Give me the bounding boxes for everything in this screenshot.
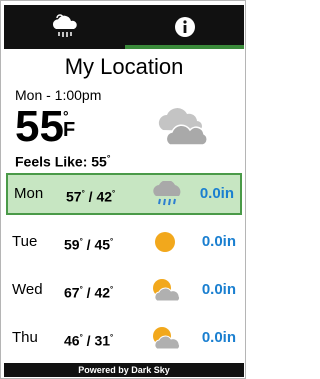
forecast-day: Tue [12,233,38,250]
forecast-row-wed[interactable]: Wed 67° / 42° 0.0in [6,269,242,311]
forecast-precip: 0.0in [199,185,234,202]
forecast-day: Mon [14,185,44,202]
feels-like: Feels Like: 55° [15,149,110,171]
forecast-low: 31 [94,332,111,349]
forecast-low: 45 [94,236,111,253]
partly-sunny-icon [148,325,182,356]
forecast-high-low: 67° / 42° [64,284,114,301]
degree-symbol: ° [79,285,83,294]
degree-symbol: ° [79,237,83,246]
degree-symbol: ° [110,285,114,294]
partly-sunny-icon [148,277,182,308]
forecast-row-tue[interactable]: Tue 59° / 45° 0.0in [6,221,242,263]
forecast-high: 67 [64,284,80,301]
forecast-low: 42 [96,188,113,205]
degree-symbol: ° [110,333,114,342]
partly-cloudy-icon [154,104,212,151]
degree-symbol: ° [112,189,116,198]
current-temperature: 55 [15,102,64,151]
degree-symbol: ° [81,189,85,198]
forecast-high: 59 [64,236,80,253]
forecast-row-thu[interactable]: Thu 46° / 31° 0.0in [6,317,242,359]
forecast-high: 57 [66,188,82,205]
tab-info[interactable] [125,5,244,49]
location-title: My Location [64,54,184,79]
rain-cloud-icon [150,180,184,212]
forecast-high-low: 46° / 31° [64,332,114,349]
degree-symbol: ° [110,237,114,246]
forecast-precip: 0.0in [201,233,236,250]
powered-by-footer[interactable]: Powered by Dark Sky [4,363,244,377]
feels-like-label: Feels Like: [15,153,88,170]
forecast-precip: 0.0in [201,281,236,298]
forecast-row-mon[interactable]: Mon 57° / 42° 0.0in [6,173,242,215]
forecast-low: 42 [94,284,111,301]
weather-screen: My Location Mon - 1:00pm 55 ° F Feels Li… [0,0,246,379]
forecast-high-low: 59° / 45° [64,236,114,253]
sun-icon [148,229,182,260]
tab-weather[interactable] [4,5,125,49]
feels-like-value: 55 [91,153,107,170]
forecast-precip: 0.0in [201,329,236,346]
tab-underline [4,45,125,49]
temperature-unit: F [63,119,76,141]
info-icon [174,16,196,38]
forecast-high: 46 [64,332,80,349]
tab-bar [4,5,244,49]
forecast-day: Thu [12,329,38,346]
degree-symbol: ° [79,333,83,342]
forecast-high-low: 57° / 42° [66,188,116,205]
forecast-day: Wed [12,281,43,298]
degree-symbol: ° [106,153,111,163]
tab-active-indicator [125,45,244,49]
cloud-rain-icon [50,14,80,40]
